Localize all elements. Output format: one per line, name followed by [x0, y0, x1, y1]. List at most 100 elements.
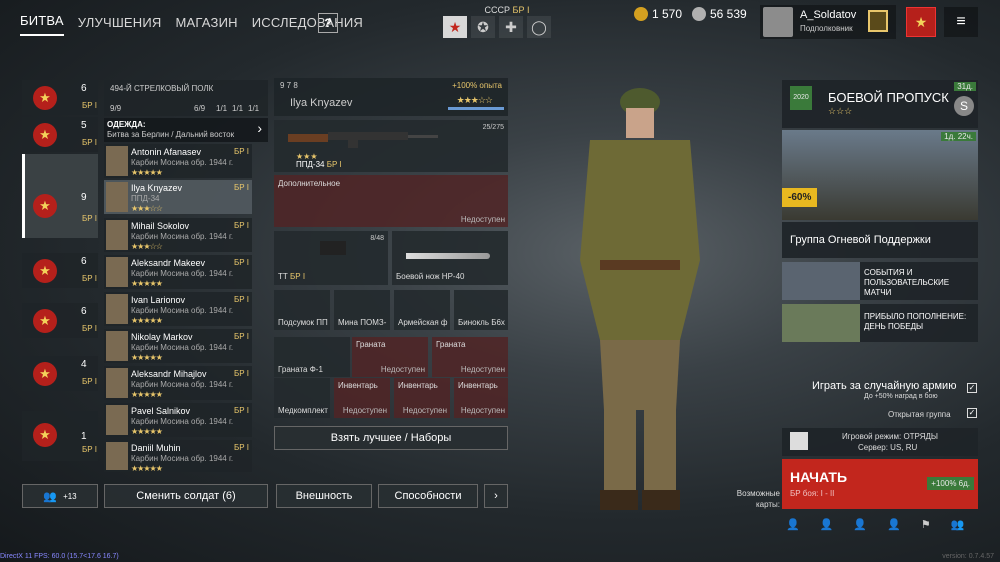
item-slot[interactable]: Бинокль Б6х [454, 290, 508, 330]
group-button[interactable]: 👥 +13 [22, 484, 98, 508]
soldier-br: БР I [234, 258, 250, 267]
squad-card[interactable]: ★ 4 БР I [22, 356, 98, 391]
ussr-star-icon[interactable]: ★ [443, 16, 467, 38]
soldier-model [580, 88, 700, 510]
soldier-stats: 9 7 8 [280, 81, 298, 90]
soldier-row[interactable]: Mihail Sokolov Карбин Мосина обр. 1944 г.… [104, 218, 252, 252]
abilities-button[interactable]: Способности [378, 484, 478, 508]
start-button[interactable]: НАЧАТЬ БР боя: I - II +100% 6д. [782, 459, 978, 509]
soldier-row[interactable]: Antonin Afanasev Карбин Мосина обр. 1944 … [104, 144, 252, 178]
tab-shop[interactable]: МАГАЗИН [176, 11, 238, 34]
squad-emblem-icon: ★ [33, 86, 57, 110]
soldier-row[interactable]: Pavel Salnikov Карбин Мосина обр. 1944 г.… [104, 403, 252, 437]
silver-amount: 56 539 [710, 7, 747, 21]
soldier-stars: ★★★★★ [131, 390, 163, 399]
game-mode-panel[interactable]: Игровой режим: ОТРЯДЫ Сервер: US, RU [782, 428, 978, 456]
melee-slot[interactable]: Боевой нож НР-40 [392, 231, 508, 285]
add-friend-icon[interactable]: 👤 [786, 518, 800, 531]
item-slot[interactable]: Мина ПОМЗ- [334, 290, 390, 330]
gold-coin-icon [634, 7, 648, 21]
squad-card[interactable]: ★ 6 БР I [22, 80, 98, 115]
soldier-row[interactable]: Daniil Muhin Карбин Мосина обр. 1944 г. ★★… [104, 440, 252, 473]
grenade-slot-empty[interactable]: Граната Недоступен [432, 337, 508, 377]
battlepass-card[interactable]: 2020 БОЕВОЙ ПРОПУСК ☆☆☆ 31д. S [782, 80, 978, 128]
add-friend-icon[interactable]: 👤 [820, 518, 834, 531]
inventory-slot-empty[interactable]: Инвентарь Недоступен [454, 378, 508, 418]
squad-card[interactable]: ★ 1 БР I [22, 411, 98, 461]
battlepass-timer: 31д. [954, 82, 976, 91]
soldier-row[interactable]: Nikolay Markov Карбин Мосина обр. 1944 г.… [104, 329, 252, 363]
silver-s-icon: S [954, 96, 974, 116]
soldier-row[interactable]: Aleksandr Makeev Карбин Мосина обр. 1944 … [104, 255, 252, 289]
squad-br: БР I [82, 324, 98, 333]
germany-cross-icon[interactable]: ✚ [499, 16, 523, 38]
random-army-checkbox[interactable]: ✓ [967, 383, 977, 393]
squad-emblem-icon: ★ [33, 362, 57, 386]
victory-day-card[interactable]: ПРИБЫЛО ПОПОЛНЕНИЕ: ДЕНЬ ПОБЕДЫ [782, 304, 978, 342]
squad-icon[interactable]: 👥 [951, 518, 965, 531]
change-soldiers-button[interactable]: Сменить солдат (6) [104, 484, 268, 508]
pistol-slot[interactable]: 8/48 ТТ БР I [274, 231, 388, 285]
soldier-row-selected[interactable]: Ilya Knyazev ППД-34 ★★★☆☆ БР I [104, 180, 252, 214]
next-button[interactable]: › [484, 484, 508, 508]
soldier-weapon: Карбин Мосина обр. 1944 г. [131, 158, 234, 167]
victory-thumbnail [782, 304, 860, 342]
star-rank-button[interactable]: ★ [906, 7, 936, 37]
promo-title-bar[interactable]: Группа Огневой Поддержки [782, 222, 978, 258]
appearance-button[interactable]: Внешность [276, 484, 372, 508]
soldier-row[interactable]: Ivan Larionov Карбин Мосина обр. 1944 г. ★… [104, 292, 252, 326]
gold-balance: 1 570 [634, 7, 682, 21]
usa-star-icon[interactable]: ✪ [471, 16, 495, 38]
squad-card[interactable]: ★ 6 БР I [22, 303, 98, 338]
inventory-name: Медкомплект [278, 406, 328, 415]
tab-battle[interactable]: БИТВА [20, 9, 64, 36]
exp-bar [448, 107, 504, 110]
open-group-checkbox[interactable]: ✓ [967, 408, 977, 418]
soldier-name: Daniil Muhin [131, 443, 181, 453]
events-card[interactable]: СОБЫТИЯ И ПОЛЬЗОВАТЕЛЬСКИЕ МАТЧИ [782, 262, 978, 300]
grenade-slot-empty[interactable]: Граната Недоступен [352, 337, 428, 377]
silver-balance: 56 539 [692, 7, 747, 21]
squad-count: 4 [81, 359, 87, 370]
unit-info: 494-Й СТРЕЛКОВЫЙ ПОЛК 9/9 6/9 1/1 1/1 1/… [104, 80, 268, 116]
server-text: Сервер: US, RU [858, 443, 918, 452]
item-slot[interactable]: Армейская ф [394, 290, 450, 330]
japan-circle-icon[interactable]: ◯ [527, 16, 551, 38]
add-friend-icon[interactable]: 👤 [887, 518, 901, 531]
tab-upgrades[interactable]: УЛУЧШЕНИЯ [78, 11, 162, 34]
squad-br: БР I [82, 377, 98, 386]
soldier-row[interactable]: Aleksandr Mihajlov Карбин Мосина обр. 194… [104, 366, 252, 400]
soldier-stars: ★★★★★ [131, 279, 163, 288]
item-slot[interactable]: Подсумок ПП [274, 290, 330, 330]
menu-button[interactable]: ≡ [944, 7, 978, 37]
squad-count: 6 [81, 256, 87, 267]
version-label: version: 0.7.4.57 [942, 553, 994, 560]
inventory-slot-empty[interactable]: Инвентарь Недоступен [394, 378, 450, 418]
squad-card[interactable]: ★ 5 БР I [22, 117, 98, 152]
help-button[interactable]: ? [318, 13, 338, 33]
inventory-slot-empty[interactable]: Инвентарь Недоступен [334, 378, 390, 418]
primary-weapon-slot[interactable]: ★★★ ППД-34 БР I 25/275 [274, 120, 508, 172]
gold-amount: 1 570 [652, 7, 683, 21]
squad-card-selected[interactable]: ★ 9 БР I [22, 154, 98, 238]
soldier-header: 9 7 8 +100% опыта Ilya Knyazev ★★★☆☆ [274, 78, 508, 116]
inventory-slot[interactable]: Медкомплект [274, 378, 330, 418]
soldier-name: Mihail Sokolov [131, 221, 190, 231]
soldier-weapon: Карбин Мосина обр. 1944 г. [131, 417, 234, 426]
tab-research[interactable]: ИССЛЕДОВАНИЯ [252, 11, 363, 34]
soldier-stars: ★★★★★ [131, 427, 163, 436]
flag-icon[interactable]: ⚑ [921, 518, 931, 531]
soldier-portrait [106, 405, 128, 435]
clothes-selector[interactable]: ОДЕЖДА: Битва за Берлин / Дальний восток… [104, 118, 268, 142]
promo-banner[interactable]: 1д. 22ч. -60% [782, 130, 978, 220]
victory-text: ПРИБЫЛО ПОПОЛНЕНИЕ: ДЕНЬ ПОБЕДЫ [864, 312, 967, 331]
grenade-slot[interactable]: Граната Ф-1 [274, 337, 350, 377]
secondary-weapon-slot[interactable]: Дополнительное Недоступен [274, 175, 508, 227]
soldier-weapon: Карбин Мосина обр. 1944 г. [131, 380, 234, 389]
unit-stat: 6/9 [194, 104, 206, 113]
unit-stat: 1/1 [248, 104, 260, 113]
squad-card[interactable]: ★ 6 БР I [22, 253, 98, 288]
add-friend-icon[interactable]: 👤 [853, 518, 867, 531]
grenade-name: Граната Ф-1 [278, 365, 323, 374]
best-loadout-button[interactable]: Взять лучшее / Наборы [274, 426, 508, 450]
